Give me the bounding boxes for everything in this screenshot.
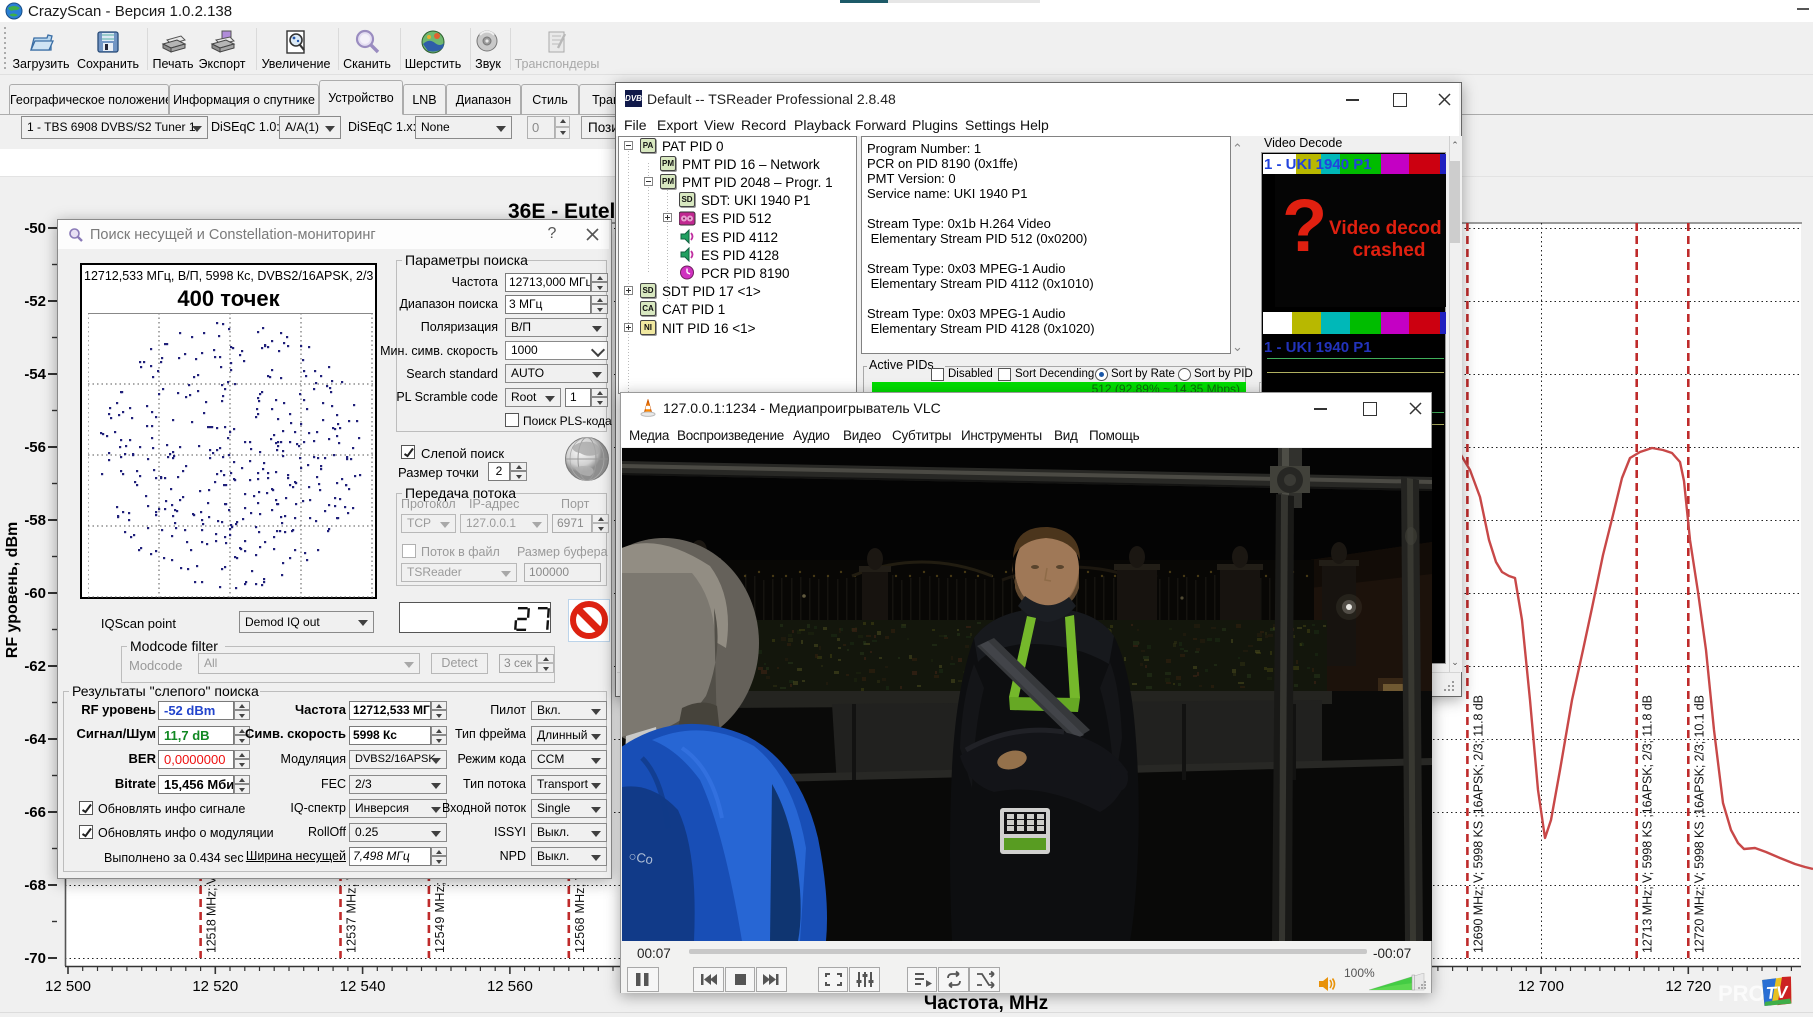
- svg-text:-58: -58: [24, 512, 46, 529]
- svg-text:PRO: PRO: [1718, 981, 1766, 1006]
- svg-text:12713 MHz; V; 5998 KS ;16APSK;: 12713 MHz; V; 5998 KS ;16APSK; 2/3; 11.8…: [1641, 695, 1655, 953]
- svg-text:Частота, MHz: Частота, MHz: [924, 993, 1048, 1014]
- svg-text:12 500: 12 500: [45, 978, 91, 995]
- svg-text:-60: -60: [24, 585, 46, 602]
- svg-text:-52: -52: [24, 293, 46, 310]
- svg-text:12 540: 12 540: [340, 978, 386, 995]
- svg-text:12 520: 12 520: [192, 978, 238, 995]
- svg-text:-50: -50: [24, 220, 46, 237]
- svg-text:-54: -54: [24, 366, 46, 383]
- svg-text:-68: -68: [24, 877, 46, 894]
- svg-text:-70: -70: [24, 950, 46, 967]
- svg-text:-56: -56: [24, 439, 46, 456]
- svg-text:-64: -64: [24, 731, 46, 748]
- svg-text:TV: TV: [1765, 983, 1789, 1003]
- svg-text:12690 MHz; V; 5998 KS ;16APSK;: 12690 MHz; V; 5998 KS ;16APSK; 2/3; 11.8…: [1471, 695, 1485, 953]
- svg-text:12 700: 12 700: [1518, 978, 1564, 995]
- svg-text:12 560: 12 560: [487, 978, 533, 995]
- svg-text:-62: -62: [24, 658, 46, 675]
- svg-text:-66: -66: [24, 804, 46, 821]
- svg-text:12 720: 12 720: [1665, 978, 1711, 995]
- svg-text:12720 MHz; V; 5998 KS ;16APSK;: 12720 MHz; V; 5998 KS ;16APSK; 2/3; 10.1…: [1692, 695, 1706, 953]
- svg-text:RF уровень, dBm: RF уровень, dBm: [4, 522, 21, 658]
